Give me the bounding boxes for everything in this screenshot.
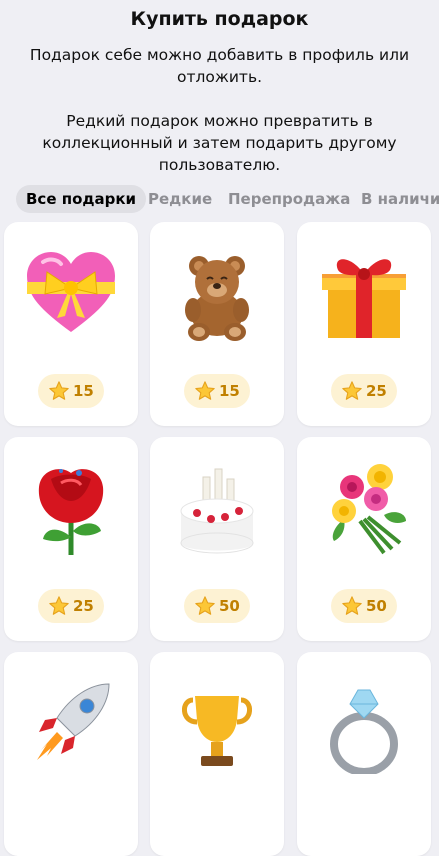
price-pill: 15 — [38, 374, 104, 408]
price-value: 15 — [73, 382, 94, 400]
star-icon — [342, 596, 362, 615]
price-value: 25 — [366, 382, 387, 400]
star-icon — [49, 381, 69, 400]
star-icon — [342, 381, 362, 400]
teddy-bear-icon — [167, 244, 267, 344]
gift-card-diamond-ring[interactable] — [297, 652, 431, 856]
price-pill: 25 — [38, 589, 104, 623]
page-title: Купить подарок — [130, 8, 309, 30]
price-pill: 15 — [184, 374, 250, 408]
gift-card-gift-box[interactable]: 25 — [297, 222, 431, 426]
gift-card-trophy[interactable] — [150, 652, 284, 856]
gift-card-rocket[interactable] — [4, 652, 138, 856]
rocket-icon — [21, 674, 121, 774]
description-text-rare: Редкий подарок можно превратить в коллек… — [42, 112, 397, 174]
price-pill: 50 — [184, 589, 250, 623]
star-icon — [49, 596, 69, 615]
trophy-icon — [167, 674, 267, 774]
price-value: 50 — [219, 597, 240, 615]
price-pill: 50 — [331, 589, 397, 623]
star-icon — [195, 596, 215, 615]
bouquet-icon — [314, 459, 414, 559]
gift-card-rose[interactable]: 25 — [4, 437, 138, 641]
price-value: 25 — [73, 597, 94, 615]
price-pill: 25 — [331, 374, 397, 408]
gift-card-bouquet[interactable]: 50 — [297, 437, 431, 641]
description-text: Подарок себе можно добавить в профиль ил… — [29, 46, 410, 86]
rose-icon — [21, 459, 121, 559]
price-value: 15 — [219, 382, 240, 400]
tab-rare[interactable]: Редкие — [138, 185, 222, 213]
tab-all-gifts[interactable]: Все подарки — [16, 185, 147, 213]
gift-filter-tabs: Все подарки Редкие Перепродажа В наличии — [0, 185, 439, 213]
price-value: 50 — [366, 597, 387, 615]
diamond-ring-icon — [314, 674, 414, 776]
tab-in-stock[interactable]: В наличии — [351, 185, 439, 213]
birthday-cake-icon — [167, 459, 267, 559]
tab-resale[interactable]: Перепродажа — [218, 185, 360, 213]
gift-card-teddy-bear[interactable]: 15 — [150, 222, 284, 426]
star-icon — [195, 381, 215, 400]
heart-gift-icon — [21, 244, 121, 344]
gift-box-icon — [314, 244, 414, 344]
gift-card-cake[interactable]: 50 — [150, 437, 284, 641]
gift-card-heart[interactable]: 15 — [4, 222, 138, 426]
